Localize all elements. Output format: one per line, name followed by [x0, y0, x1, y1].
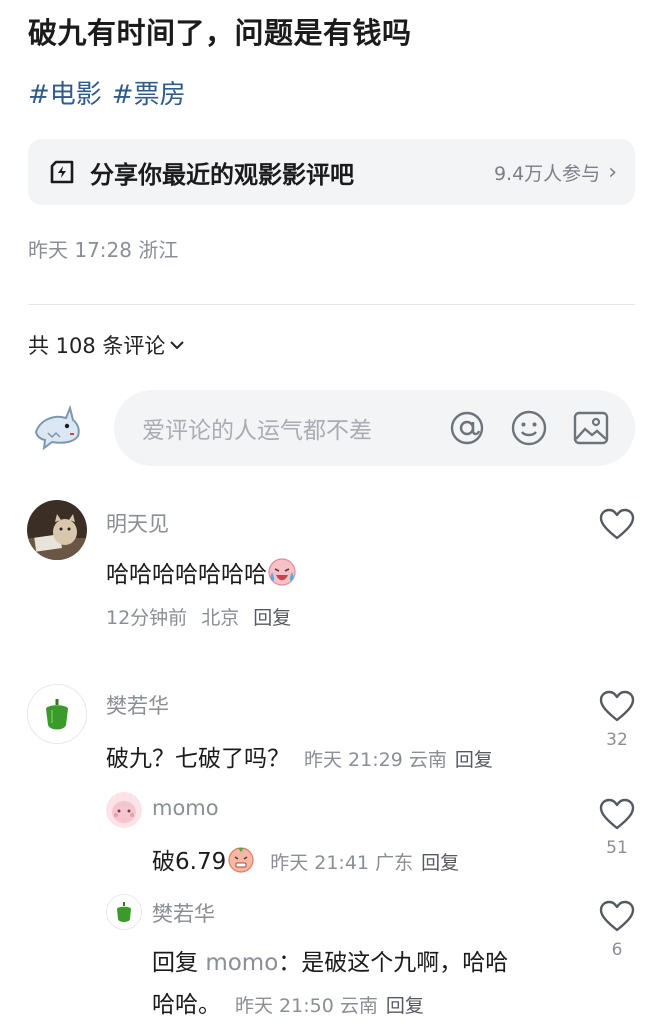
comment-input[interactable]: 爱评论的人运气都不差	[114, 390, 635, 466]
crying-laughing-emoji-icon	[268, 558, 296, 586]
reply-button[interactable]: 回复	[386, 995, 424, 1017]
divider	[28, 304, 635, 305]
comment-text-body: ：是破这个九啊，哈哈	[278, 950, 509, 976]
post-time: 昨天 17:28 浙江	[28, 238, 179, 262]
like-button[interactable]: 6	[598, 900, 636, 960]
reply-prefix: 回复	[152, 950, 198, 976]
commenter-name[interactable]: 樊若华	[152, 898, 215, 928]
heart-icon	[599, 690, 635, 722]
like-button[interactable]	[598, 508, 636, 540]
smiley-icon	[511, 410, 547, 446]
image-button[interactable]	[569, 406, 613, 450]
comment-text-body-2: 哈哈。	[152, 992, 221, 1018]
like-count: 32	[606, 730, 628, 750]
reply-button[interactable]: 回复	[421, 852, 459, 874]
comment-meta: 昨天 21:29 云南 回复	[304, 749, 493, 771]
comment-location: 云南	[408, 749, 447, 771]
topic-participants: 9.4万人参与	[493, 162, 601, 185]
comment-text: 哈哈哈哈哈哈哈	[106, 555, 297, 589]
comment-count-label: 共 108 条评论	[28, 334, 166, 358]
comment-text: 回复 momo：是破这个九啊，哈哈 哈哈。 昨天 21:50 云南 回复	[152, 942, 572, 1024]
commenter-name[interactable]: 樊若华	[106, 690, 169, 720]
heart-icon	[599, 508, 635, 540]
pink-character-avatar-icon	[106, 792, 142, 828]
tag-box-office[interactable]: #票房	[112, 74, 186, 111]
comment-text-body: 哈哈哈哈哈哈哈	[106, 562, 267, 588]
like-button[interactable]: 51	[598, 798, 636, 858]
chevron-right-icon: ›	[608, 159, 617, 185]
at-icon	[450, 411, 484, 445]
like-button[interactable]: 32	[598, 690, 636, 750]
grimace-emoji-icon	[228, 847, 254, 873]
like-count: 6	[611, 940, 623, 960]
reply-item: momo 破6.79 昨天 21:41 广东 回复 51	[0, 792, 662, 892]
tag-list: #电影 #票房	[28, 74, 186, 111]
mention-button[interactable]	[445, 406, 489, 450]
chevron-down-icon	[170, 341, 185, 350]
comment-text-body: 破九？七破了吗？	[106, 746, 290, 772]
commenter-name[interactable]: momo	[152, 796, 219, 820]
comment-location: 北京	[201, 607, 240, 629]
comment-count-sort[interactable]: 共 108 条评论	[28, 330, 185, 360]
cat-avatar-icon	[27, 500, 87, 560]
avatar[interactable]	[106, 894, 142, 930]
comment-time: 昨天 21:50	[235, 995, 334, 1017]
topic-label: 分享你最近的观影影评吧	[90, 160, 354, 189]
green-pepper-avatar-icon	[28, 685, 86, 743]
comment-item: 明天见 哈哈哈哈哈哈哈 12分钟前 北京 回复	[0, 500, 662, 640]
comment-text: 破九？七破了吗？ 昨天 21:29 云南 回复	[106, 739, 493, 773]
image-icon	[573, 411, 609, 445]
comment-text: 破6.79 昨天 21:41 广东 回复	[152, 842, 459, 876]
heart-icon	[599, 798, 635, 830]
emoji-button[interactable]	[507, 406, 551, 450]
avatar[interactable]	[27, 684, 87, 744]
comment-time: 昨天 21:29	[304, 749, 403, 771]
comment-meta: 12分钟前 北京 回复	[106, 603, 291, 630]
tag-movie[interactable]: #电影	[28, 74, 102, 111]
topic-card[interactable]: 分享你最近的观影影评吧 9.4万人参与 ›	[28, 139, 635, 205]
comment-location: 云南	[339, 995, 378, 1017]
reply-item: 樊若华 回复 momo：是破这个九啊，哈哈 哈哈。 昨天 21:50 云南 回复 6	[0, 894, 662, 1024]
shark-avatar-icon[interactable]	[30, 402, 84, 456]
avatar[interactable]	[27, 500, 87, 560]
post-title: 破九有时间了，问题是有钱吗	[28, 16, 412, 50]
film-share-icon	[50, 160, 74, 184]
reply-button[interactable]: 回复	[455, 749, 493, 771]
like-count: 51	[606, 838, 628, 858]
commenter-name[interactable]: 明天见	[106, 508, 169, 538]
comment-text-body: 破6.79	[152, 849, 227, 875]
comment-placeholder: 爱评论的人运气都不差	[142, 418, 372, 444]
green-pepper-avatar-icon	[107, 895, 141, 929]
reply-button[interactable]: 回复	[253, 607, 291, 629]
avatar[interactable]	[106, 792, 142, 828]
comment-item: 樊若华 破九？七破了吗？ 昨天 21:29 云南 回复 32	[0, 684, 662, 784]
comment-meta: 昨天 21:50 云南 回复	[235, 995, 424, 1017]
reply-to-user[interactable]: momo	[205, 950, 278, 976]
heart-icon	[599, 900, 635, 932]
comment-time: 昨天 21:41	[270, 852, 370, 874]
comment-meta: 昨天 21:41 广东 回复	[270, 852, 459, 874]
comment-time: 12分钟前	[106, 607, 188, 629]
comment-location: 广东	[375, 852, 414, 874]
